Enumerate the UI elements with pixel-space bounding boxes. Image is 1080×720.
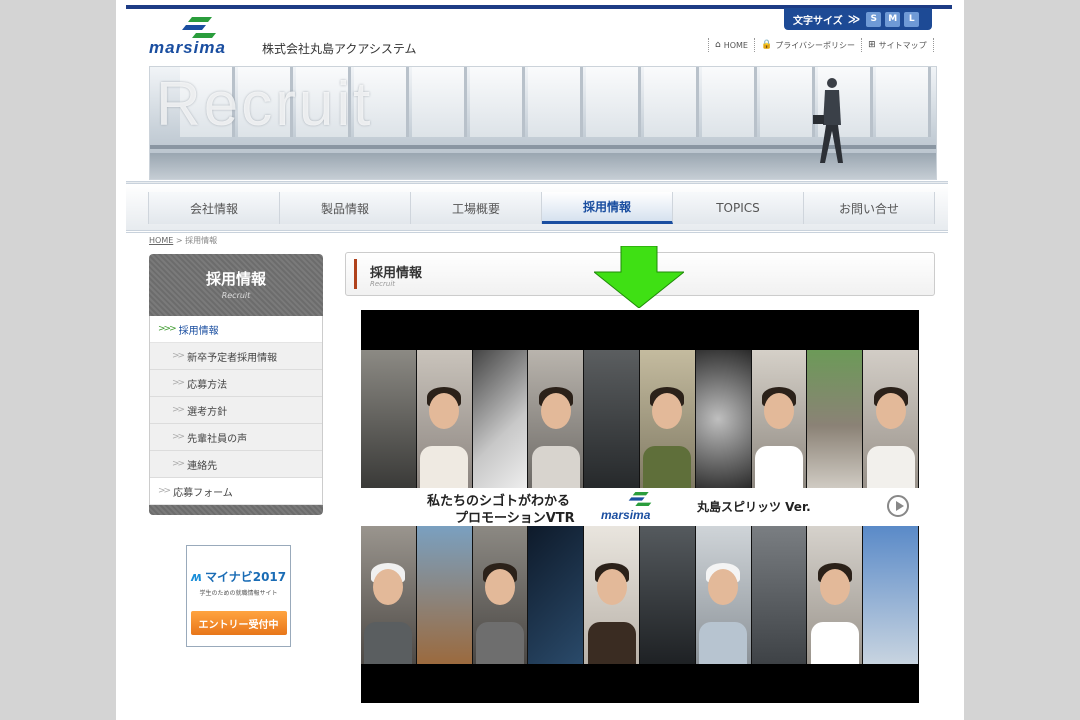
page-title: 採用情報	[370, 266, 423, 281]
video-thumbnail	[528, 350, 585, 488]
sidebar-item-employee-voices[interactable]: >> 先輩社員の声	[150, 424, 322, 451]
sidebar-item-selection-policy[interactable]: >> 選考方針	[150, 397, 322, 424]
sidebar-item-label: 先輩社員の声	[187, 433, 248, 445]
sidebar-item-how-to-apply[interactable]: >> 応募方法	[150, 370, 322, 397]
company-name: 株式会社丸島アクアシステム	[262, 42, 417, 56]
util-link-label: サイトマップ	[878, 40, 927, 50]
double-chevron-icon: ≫	[847, 12, 861, 26]
nav-item-contact[interactable]: お問い合せ	[804, 192, 935, 224]
video-logo: marsima	[597, 492, 681, 522]
font-size-large-button[interactable]: L	[904, 11, 920, 27]
page: 文字サイズ ≫ S M L marsima 株式会社丸島アクアシステム ⌂ HO…	[116, 0, 964, 720]
util-link-privacy[interactable]: 🔒 プライバシーポリシー	[754, 38, 861, 52]
home-icon: ⌂	[715, 40, 721, 50]
breadcrumb: HOME > 採用情報	[149, 235, 217, 246]
promo-video-player[interactable]: 私たちのシゴトがわかる プロモーションVTR marsima 丸島スピリッツ V…	[361, 310, 919, 703]
video-caption-line2: プロモーションVTR	[455, 511, 575, 526]
video-thumbnail	[528, 526, 585, 664]
font-size-medium-button[interactable]: M	[885, 11, 901, 27]
video-thumbnail	[807, 350, 864, 488]
util-link-label: プライバシーポリシー	[775, 40, 856, 50]
company-logo-icon	[628, 492, 652, 506]
chevron-icon: >>	[172, 351, 185, 361]
sidebar-item-label: 新卒予定者採用情報	[187, 352, 278, 364]
sidebar-item-contact[interactable]: >> 連絡先	[150, 451, 322, 478]
util-link-home[interactable]: ⌂ HOME	[708, 38, 754, 52]
sidebar-item-recruit[interactable]: >>> 採用情報	[150, 316, 322, 343]
video-caption-band: 私たちのシゴトがわかる プロモーションVTR marsima 丸島スピリッツ V…	[361, 488, 919, 526]
video-thumbnail	[751, 350, 808, 488]
mynavi-logo-icon: ʍ	[190, 570, 202, 584]
walking-person-image	[813, 78, 843, 163]
mynavi-banner[interactable]: ʍ マイナビ2017 学生のための就職情報サイト エントリー受付中	[186, 545, 291, 647]
util-link-label: HOME	[723, 40, 748, 50]
video-thumbnail	[695, 526, 752, 664]
page-subtitle: Recruit	[370, 280, 396, 288]
recruit-banner: Recruit	[149, 66, 937, 180]
mynavi-brand: ʍ マイナビ2017	[190, 570, 287, 584]
chevron-icon: >>	[172, 432, 185, 442]
video-thumbnail	[584, 526, 640, 664]
sidebar-item-label: 応募フォーム	[173, 487, 233, 499]
video-thumbnail	[751, 526, 808, 664]
play-icon[interactable]	[887, 495, 909, 517]
video-thumbnail	[807, 526, 864, 664]
util-link-sitemap[interactable]: ⊞ サイトマップ	[861, 38, 934, 52]
video-thumbnail	[639, 526, 696, 664]
video-thumbnail	[695, 350, 752, 488]
video-version-label: 丸島スピリッツ Ver.	[697, 500, 811, 514]
logo-wordmark[interactable]: marsima	[149, 38, 226, 58]
utility-nav: ⌂ HOME 🔒 プライバシーポリシー ⊞ サイトマップ	[708, 38, 934, 52]
nav-item-company[interactable]: 会社情報	[148, 192, 280, 224]
video-thumbnail	[863, 350, 919, 488]
banner-title: Recruit	[156, 70, 374, 139]
sidebar-item-new-graduate[interactable]: >> 新卒予定者採用情報	[150, 343, 322, 370]
nav-item-factory[interactable]: 工場概要	[411, 192, 542, 224]
sidebar-item-label: 選考方針	[187, 406, 228, 418]
sidebar: 採用情報 Recruit >>> 採用情報 >> 新卒予定者採用情報 >> 応募…	[149, 254, 323, 515]
video-logo-wordmark: marsima	[601, 508, 651, 522]
sidebar-item-label: 応募方法	[187, 379, 228, 391]
sidebar-title: 採用情報	[205, 270, 266, 288]
video-thumbnail	[472, 526, 529, 664]
sidebar-item-label: 採用情報	[178, 325, 219, 337]
video-thumbnail	[361, 350, 417, 488]
nav-item-recruit[interactable]: 採用情報	[542, 192, 673, 224]
breadcrumb-home-link[interactable]: HOME	[149, 236, 173, 245]
video-thumbnail	[416, 526, 473, 664]
sidebar-header: 採用情報 Recruit	[149, 254, 323, 316]
video-thumbnail	[863, 526, 919, 664]
sitemap-icon: ⊞	[868, 40, 876, 50]
chevron-icon: >>	[172, 459, 185, 469]
video-thumbnail	[584, 350, 640, 488]
sidebar-subtitle: Recruit	[221, 291, 251, 300]
chevron-icon: >>	[172, 405, 185, 415]
video-thumbnail	[639, 350, 696, 488]
video-thumbnail	[361, 526, 417, 664]
down-arrow-icon	[594, 246, 684, 308]
nav-item-products[interactable]: 製品情報	[280, 192, 411, 224]
sidebar-item-application-form[interactable]: >> 応募フォーム	[150, 478, 322, 505]
video-thumbnail-row-top	[361, 350, 919, 488]
font-size-label: 文字サイズ	[793, 15, 843, 27]
sidebar-item-label: 連絡先	[187, 460, 218, 472]
lock-icon: 🔒	[761, 40, 773, 50]
triple-chevron-icon: >>>	[158, 324, 177, 334]
font-size-control: 文字サイズ ≫ S M L	[784, 8, 932, 30]
breadcrumb-separator: >	[175, 236, 183, 245]
chevron-icon: >>	[172, 378, 185, 388]
nav-item-topics[interactable]: TOPICS	[673, 192, 804, 224]
video-thumbnail-row-bottom	[361, 526, 919, 664]
global-nav: 会社情報 製品情報 工場概要 採用情報 TOPICS お問い合せ	[126, 181, 948, 233]
font-size-small-button[interactable]: S	[866, 11, 882, 27]
mynavi-tagline: 学生のための就職情報サイト	[199, 590, 278, 597]
mynavi-entry-button[interactable]: エントリー受付中	[190, 611, 287, 635]
chevron-icon: >>	[158, 486, 171, 496]
breadcrumb-current: 採用情報	[185, 236, 218, 245]
video-thumbnail	[472, 350, 529, 488]
video-thumbnail	[416, 350, 473, 488]
